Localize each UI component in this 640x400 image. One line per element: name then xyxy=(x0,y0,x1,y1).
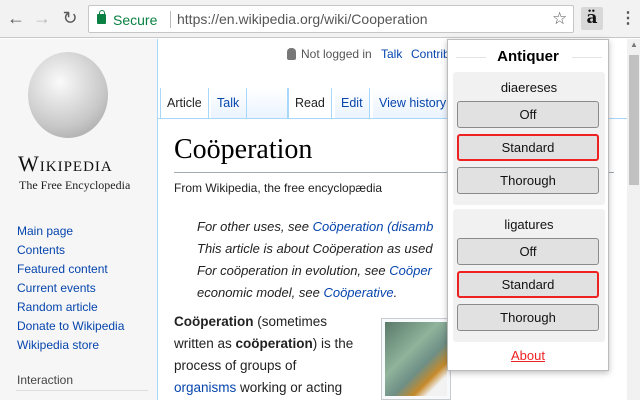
group-label: ligatures xyxy=(504,217,554,232)
hatnote-text: For other uses, see xyxy=(197,219,313,234)
diaereses-off-button[interactable]: Off xyxy=(457,101,599,128)
reload-icon[interactable]: ↻ xyxy=(60,8,80,28)
contributions-link[interactable]: Contrib xyxy=(411,47,450,61)
browser-toolbar: ← → ↻ Secure https://en.wikipedia.org/wi… xyxy=(0,0,640,38)
page-title: Coöperation xyxy=(174,134,313,165)
clownfish-image xyxy=(385,322,447,396)
hatnote: economic model, see Coöperative. xyxy=(197,285,397,300)
diaereses-standard-button[interactable]: Standard xyxy=(457,134,599,161)
personal-talk-link[interactable]: Talk xyxy=(381,47,402,61)
tab-read[interactable]: Read xyxy=(288,88,332,119)
divider xyxy=(16,390,148,391)
nav-contents[interactable]: Contents xyxy=(17,243,65,257)
nav-current-events[interactable]: Current events xyxy=(17,281,96,295)
bookmark-star-icon[interactable]: ☆ xyxy=(552,9,567,29)
not-logged-in: Not logged in xyxy=(301,47,372,61)
hatnote-text: economic model, see xyxy=(197,285,324,300)
nav-random-article[interactable]: Random article xyxy=(17,300,98,314)
body-text: working or acting xyxy=(236,380,343,395)
body-text: (sometimes xyxy=(253,314,328,329)
hatnote: For coöperation in evolution, see Coöper xyxy=(197,263,432,278)
ligatures-group: ligatures Off Standard Thorough xyxy=(453,209,605,342)
about-link[interactable]: About xyxy=(448,348,608,363)
tab-view-history[interactable]: View history xyxy=(373,88,453,118)
hatnote-link[interactable]: Coöperation (disamb xyxy=(313,219,434,234)
ligatures-thorough-button[interactable]: Thorough xyxy=(457,304,599,331)
hatnote: For other uses, see Coöperation (disamb xyxy=(197,219,433,234)
body-line: organisms working or acting xyxy=(174,380,342,395)
divider xyxy=(170,11,171,28)
scrollbar-thumb[interactable] xyxy=(629,55,639,185)
group-label: diaereses xyxy=(500,80,558,95)
article-thumbnail[interactable] xyxy=(381,318,451,400)
hatnote-text: . xyxy=(393,285,398,300)
tab-edit[interactable]: Edit xyxy=(335,88,370,118)
body-text: ) is the xyxy=(312,336,354,351)
wikipedia-tagline: The Free Encyclopedia xyxy=(19,178,131,192)
menu-icon[interactable]: ⋮ xyxy=(620,8,636,28)
antiquer-popup: Antiquer diaereses Off Standard Thorough… xyxy=(447,39,609,371)
ligatures-off-button[interactable]: Off xyxy=(457,238,599,265)
forward-icon[interactable]: → xyxy=(32,8,52,28)
secure-label: Secure xyxy=(113,12,158,28)
user-icon xyxy=(287,48,296,60)
bold-term: coöperation xyxy=(235,336,313,351)
body-line: process of groups of xyxy=(174,358,297,373)
tab-spacer xyxy=(247,88,288,118)
body-line: written as coöperation) is the xyxy=(174,336,353,351)
hatnote: This article is about Coöperation as use… xyxy=(197,241,433,256)
ligatures-standard-button[interactable]: Standard xyxy=(457,271,599,298)
scroll-up-icon[interactable]: ▲ xyxy=(630,40,638,49)
lock-icon xyxy=(97,10,106,24)
body-line: Coöperation (sometimes xyxy=(174,314,327,329)
nav-main-page[interactable]: Main page xyxy=(17,224,73,238)
antiquer-extension-button[interactable]: ä xyxy=(581,7,603,30)
site-sub: From Wikipedia, the free encyclopædia xyxy=(174,181,383,195)
hatnote-text: For coöperation in evolution, see xyxy=(197,263,390,278)
wikipedia-globe-logo[interactable] xyxy=(28,52,108,138)
hatnote-link[interactable]: Coöperative xyxy=(323,285,393,300)
wikipedia-wordmark: Wikipedia xyxy=(18,151,113,176)
nav-donate[interactable]: Donate to Wikipedia xyxy=(17,319,124,333)
tab-talk[interactable]: Talk xyxy=(211,88,247,118)
nav-store[interactable]: Wikipedia store xyxy=(17,338,99,352)
diaereses-thorough-button[interactable]: Thorough xyxy=(457,167,599,194)
divider xyxy=(572,57,602,58)
address-bar[interactable]: Secure https://en.wikipedia.org/wiki/Coo… xyxy=(88,5,574,33)
tab-article[interactable]: Article xyxy=(160,88,209,119)
body-text: written as xyxy=(174,336,236,351)
back-icon[interactable]: ← xyxy=(6,8,26,28)
diaereses-group: diaereses Off Standard Thorough xyxy=(453,72,605,205)
bold-term: Coöperation xyxy=(174,314,254,329)
hatnote-link[interactable]: Coöper xyxy=(389,263,432,278)
nav-featured-content[interactable]: Featured content xyxy=(17,262,108,276)
url-text[interactable]: https://en.wikipedia.org/wiki/Cooperatio… xyxy=(177,11,428,27)
interaction-heading: Interaction xyxy=(17,373,74,387)
organisms-link[interactable]: organisms xyxy=(174,380,236,395)
